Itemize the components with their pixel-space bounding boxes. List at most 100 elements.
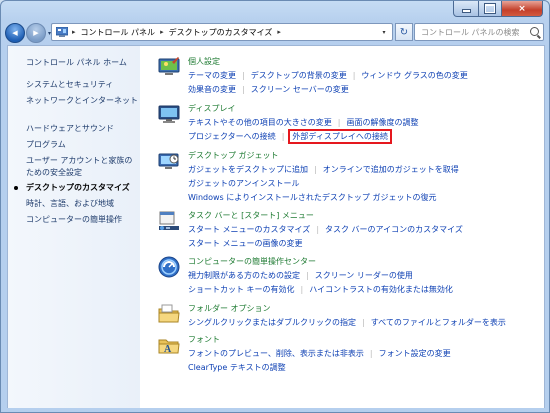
category-title-personalization[interactable]: 個人設定 bbox=[188, 56, 220, 67]
close-button[interactable]: × bbox=[502, 1, 543, 17]
link-optimize-visual-display[interactable]: 視力制限がある方のための設定 bbox=[188, 271, 300, 280]
sidebar-item-system-security[interactable]: システムとセキュリティ bbox=[26, 79, 113, 91]
category-title-ease-of-access[interactable]: コンピューターの簡単操作センター bbox=[188, 256, 316, 267]
address-dropdown-icon[interactable]: ▾ bbox=[378, 24, 390, 40]
link-row: フォントのプレビュー、削除、表示または非表示 | フォント設定の変更 bbox=[188, 348, 451, 359]
sidebar-item-desktop-customization[interactable]: デスクトップのカスタマイズ bbox=[26, 182, 130, 194]
sidebar-item-user-accounts[interactable]: ユーザー アカウントと家族の bbox=[26, 155, 132, 167]
link-row: ショートカット キーの有効化 | ハイコントラストの有効化または無効化 bbox=[188, 284, 453, 295]
link-connect-projector[interactable]: プロジェクターへの接続 bbox=[188, 132, 276, 141]
breadcrumb-desktop-customization[interactable]: デスクトップのカスタマイズ bbox=[169, 27, 273, 38]
category-title-display[interactable]: ディスプレイ bbox=[188, 103, 235, 114]
ease-of-access-icon[interactable] bbox=[158, 256, 180, 278]
separator: | bbox=[314, 165, 317, 174]
navigation-buttons: ◀ ▶ ▾ bbox=[5, 23, 51, 43]
link-connect-external-display[interactable]: 外部ディスプレイへの接続 bbox=[288, 129, 392, 144]
link-change-desktop-background[interactable]: デスクトップの背景の変更 bbox=[251, 71, 347, 80]
window-caption-buttons: × bbox=[453, 1, 543, 17]
link-show-hidden-files[interactable]: すべてのファイルとフォルダーを表示 bbox=[371, 318, 506, 327]
link-row: Windows によりインストールされたデスクトップ ガジェットの復元 bbox=[188, 192, 436, 203]
link-row: ClearType テキストの調整 bbox=[188, 362, 286, 373]
link-single-or-double-click[interactable]: シングルクリックまたはダブルクリックの指定 bbox=[188, 318, 356, 327]
separator: | bbox=[352, 71, 356, 80]
fonts-icon[interactable]: A bbox=[158, 334, 180, 356]
link-change-window-glass-color[interactable]: ウィンドウ グラスの色の変更 bbox=[361, 71, 467, 80]
search-icon bbox=[530, 27, 539, 36]
separator: | bbox=[316, 225, 320, 234]
link-adjust-cleartype[interactable]: ClearType テキストの調整 bbox=[188, 363, 286, 372]
forward-button[interactable]: ▶ bbox=[26, 23, 46, 43]
separator: | bbox=[369, 349, 373, 358]
link-change-theme[interactable]: テーマの変更 bbox=[188, 71, 236, 80]
back-arrow-icon: ◀ bbox=[12, 29, 18, 37]
link-restore-gadgets[interactable]: Windows によりインストールされたデスクトップ ガジェットの復元 bbox=[188, 193, 436, 202]
refresh-icon: ↻ bbox=[399, 26, 409, 38]
link-change-text-size[interactable]: テキストやその他の項目の大きさの変更 bbox=[188, 118, 332, 127]
breadcrumb-control-panel[interactable]: コントロール パネル bbox=[81, 27, 156, 38]
sidebar-item-clock-language[interactable]: 時計、言語、および地域 bbox=[26, 198, 114, 210]
svg-text:A: A bbox=[164, 344, 172, 355]
link-row: 視力制限がある方のための設定 | スクリーン リーダーの使用 bbox=[188, 270, 413, 281]
gadgets-icon[interactable] bbox=[158, 150, 180, 172]
link-change-font-settings[interactable]: フォント設定の変更 bbox=[379, 349, 451, 358]
link-row: ガジェットのアンインストール bbox=[188, 178, 300, 189]
link-change-sound-effects[interactable]: 効果音の変更 bbox=[188, 85, 236, 94]
sidebar: コントロール パネル ホーム システムとセキュリティ ネットワークとインターネッ… bbox=[8, 46, 140, 408]
separator: | bbox=[337, 118, 341, 127]
display-icon[interactable] bbox=[158, 103, 180, 125]
maximize-icon bbox=[484, 3, 496, 14]
link-customize-start-menu[interactable]: スタート メニューのカスタマイズ bbox=[188, 225, 310, 234]
sidebar-item-user-accounts-line2[interactable]: ための安全設定 bbox=[26, 167, 82, 179]
category-title-fonts[interactable]: フォント bbox=[188, 334, 220, 345]
search-input[interactable]: コントロール パネルの検索 bbox=[414, 23, 544, 41]
link-get-more-gadgets-online[interactable]: オンラインで追加のガジェットを取得 bbox=[323, 165, 459, 174]
sidebar-item-network[interactable]: ネットワークとインターネット bbox=[26, 95, 138, 107]
address-bar[interactable]: ▸ コントロール パネル ▸ デスクトップのカスタマイズ ▸ ▾ bbox=[51, 23, 393, 41]
category-title-taskbar[interactable]: タスク バーと [スタート] メニュー bbox=[188, 210, 314, 221]
link-customize-taskbar-icons[interactable]: タスク バーのアイコンのカスタマイズ bbox=[325, 225, 463, 234]
separator: | bbox=[242, 71, 245, 80]
folder-options-icon[interactable] bbox=[158, 303, 180, 325]
link-row: スタート メニューのカスタマイズ | タスク バーのアイコンのカスタマイズ bbox=[188, 224, 463, 235]
separator: | bbox=[306, 271, 309, 280]
explorer-window: × ◀ ▶ ▾ ▸ コントロール パネル ▸ デスクトップのカスタマイズ ▸ ▾… bbox=[0, 0, 550, 413]
minimize-icon bbox=[462, 10, 470, 12]
breadcrumb-separator-icon[interactable]: ▸ bbox=[160, 28, 164, 36]
link-turn-on-easy-access-keys[interactable]: ショートカット キーの有効化 bbox=[188, 285, 295, 294]
separator: | bbox=[242, 85, 245, 94]
personalization-icon[interactable] bbox=[158, 56, 180, 78]
back-button[interactable]: ◀ bbox=[5, 23, 25, 43]
link-row: スタート メニューの画像の変更 bbox=[188, 238, 303, 249]
sidebar-item-home[interactable]: コントロール パネル ホーム bbox=[26, 57, 127, 69]
separator: | bbox=[362, 318, 365, 327]
breadcrumb-separator-icon[interactable]: ▸ bbox=[72, 28, 76, 36]
link-adjust-resolution[interactable]: 画面の解像度の調整 bbox=[346, 118, 418, 127]
taskbar-icon[interactable] bbox=[158, 210, 180, 232]
link-row: テキストやその他の項目の大きさの変更 | 画面の解像度の調整 bbox=[188, 117, 418, 128]
category-title-folder-options[interactable]: フォルダー オプション bbox=[188, 303, 271, 314]
link-change-start-menu-picture[interactable]: スタート メニューの画像の変更 bbox=[188, 239, 303, 248]
breadcrumb-separator-icon[interactable]: ▸ bbox=[277, 28, 281, 36]
separator: | bbox=[300, 285, 304, 294]
forward-arrow-icon: ▶ bbox=[33, 29, 39, 37]
maximize-button[interactable] bbox=[479, 1, 502, 17]
link-row: テーマの変更 | デスクトップの背景の変更 | ウィンドウ グラスの色の変更 bbox=[188, 70, 468, 81]
link-preview-delete-fonts[interactable]: フォントのプレビュー、削除、表示または非表示 bbox=[188, 349, 364, 358]
link-add-gadgets[interactable]: ガジェットをデスクトップに追加 bbox=[188, 165, 308, 174]
link-row: プロジェクターへの接続 | 外部ディスプレイへの接続 bbox=[188, 129, 392, 144]
link-change-screen-saver[interactable]: スクリーン セーバーの変更 bbox=[251, 85, 349, 94]
link-toggle-high-contrast[interactable]: ハイコントラストの有効化または無効化 bbox=[309, 285, 453, 294]
refresh-button[interactable]: ↻ bbox=[395, 23, 413, 41]
search-placeholder: コントロール パネルの検索 bbox=[421, 27, 520, 37]
separator: | bbox=[281, 132, 285, 141]
sidebar-item-ease-of-access[interactable]: コンピューターの簡単操作 bbox=[26, 214, 122, 226]
link-use-screen-reader[interactable]: スクリーン リーダーの使用 bbox=[315, 271, 413, 280]
current-item-bullet-icon bbox=[14, 186, 18, 190]
link-row: シングルクリックまたはダブルクリックの指定 | すべてのファイルとフォルダーを表示 bbox=[188, 317, 506, 328]
category-title-gadgets[interactable]: デスクトップ ガジェット bbox=[188, 150, 279, 161]
minimize-button[interactable] bbox=[453, 1, 479, 17]
control-panel-icon bbox=[55, 26, 69, 37]
sidebar-item-hardware-sound[interactable]: ハードウェアとサウンド bbox=[26, 123, 114, 135]
link-uninstall-gadget[interactable]: ガジェットのアンインストール bbox=[188, 179, 300, 188]
sidebar-item-programs[interactable]: プログラム bbox=[26, 139, 66, 151]
